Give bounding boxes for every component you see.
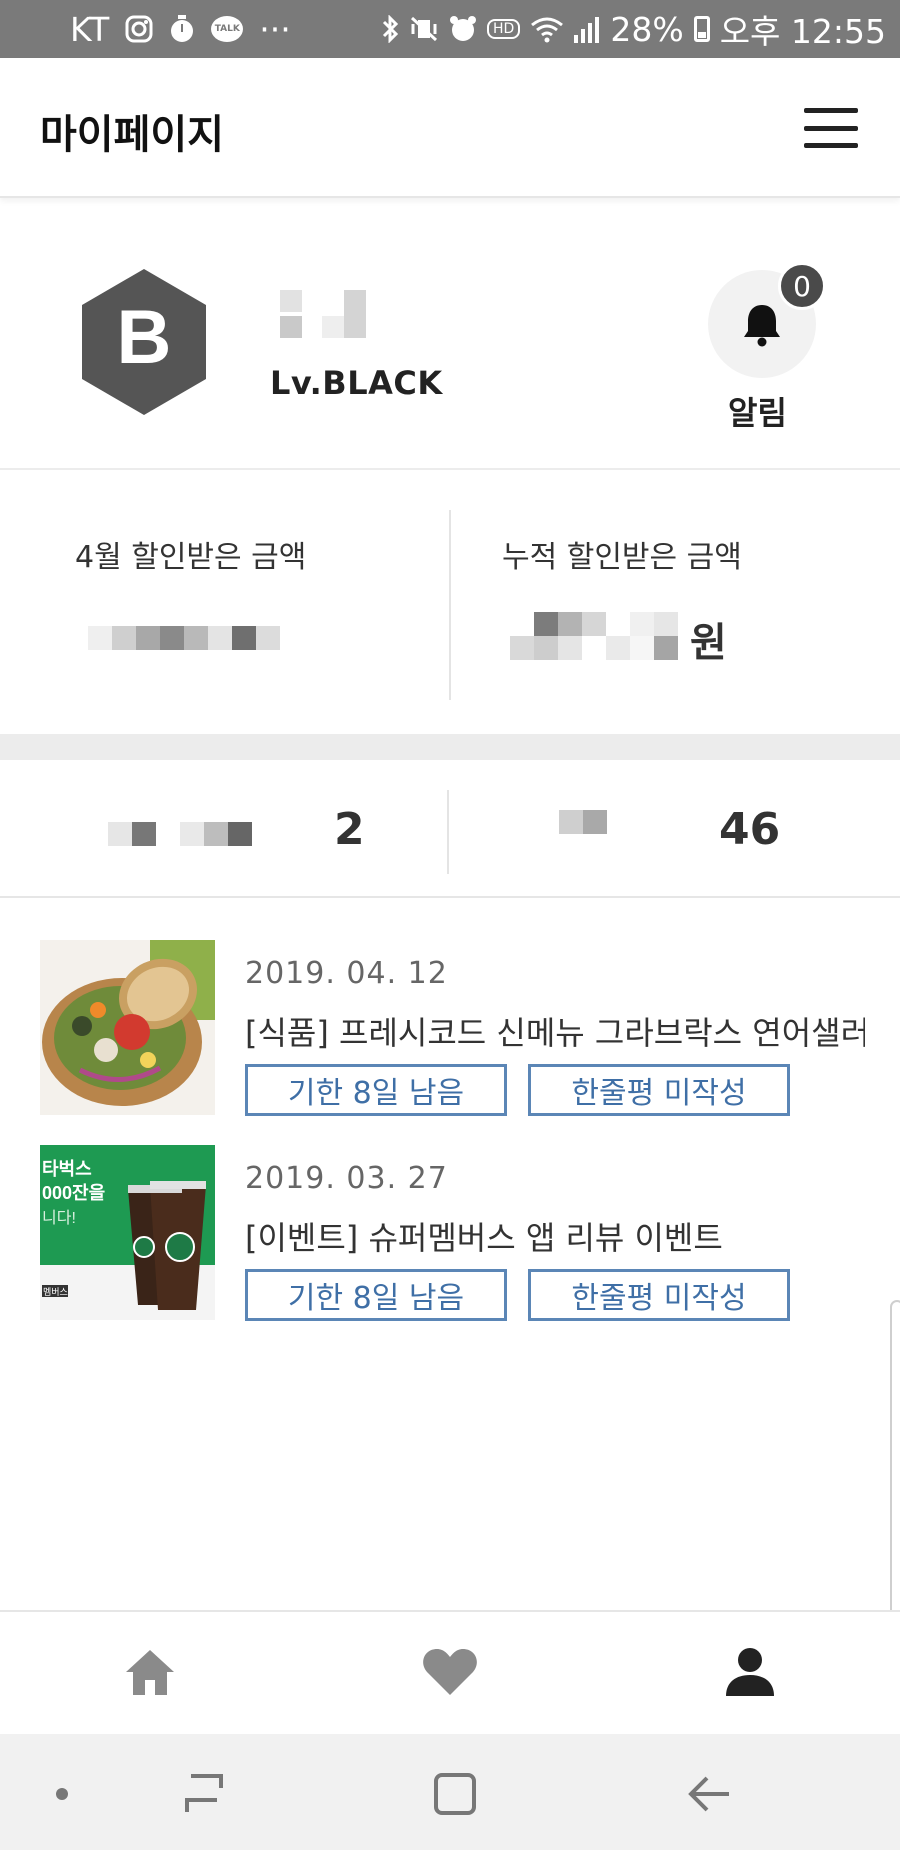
stat-right[interactable]: 46 (449, 760, 900, 898)
total-savings-unit: 원 (690, 620, 727, 666)
hamburger-menu-icon[interactable] (804, 108, 858, 148)
page-title: 마이페이지 (40, 112, 224, 158)
monthly-savings-amount-redacted (88, 626, 280, 650)
tab-mypage[interactable] (720, 1642, 780, 1702)
back-icon[interactable] (680, 1764, 740, 1824)
kakaotalk-icon: TALK (211, 16, 244, 42)
total-savings: 누적 할인받은 금액 원 (450, 472, 900, 734)
monthly-savings: 4월 할인받은 금액 (0, 472, 450, 734)
wifi-icon (530, 15, 564, 43)
level-badge-icon: B (82, 269, 206, 415)
savings-summary: 4월 할인받은 금액 누적 할인받은 금액 원 (0, 472, 900, 734)
instagram-icon (125, 15, 153, 43)
bluetooth-icon (381, 15, 399, 43)
vibrate-mute-icon (409, 15, 439, 43)
bottom-tab-bar (0, 1610, 900, 1734)
section-gap (0, 734, 900, 760)
stat-left[interactable]: 2 (0, 760, 447, 898)
app-header: 마이페이지 (0, 58, 900, 198)
nav-dot-icon (32, 1764, 92, 1824)
thumb-brand: 멤버스 (43, 1287, 68, 1297)
status-bar: KT TALK ··· HD 28% 오후 12:55 (0, 0, 900, 58)
home-button-icon[interactable] (425, 1764, 485, 1824)
list-item[interactable]: 타벅스 000잔을 니다! 멤버스 2019. 03. 27 [이벤트] 슈퍼멤… (0, 1145, 900, 1335)
level-badge-letter: B (117, 295, 172, 380)
salad-thumbnail (40, 940, 215, 1115)
thumb-text-1: 타벅스 (42, 1159, 92, 1179)
stat-right-label-redacted (559, 810, 607, 834)
stats-row: 2 46 (0, 760, 900, 898)
recent-apps-icon[interactable] (174, 1764, 234, 1824)
alarm-icon (449, 15, 477, 43)
tab-favorites[interactable] (420, 1642, 480, 1702)
item-date: 2019. 03. 27 (245, 1161, 448, 1196)
timer-icon (169, 15, 195, 43)
home-icon (126, 1650, 174, 1695)
notification-count-badge: 0 (778, 262, 826, 310)
carrier-label: KT (70, 9, 110, 49)
tab-home[interactable] (120, 1642, 180, 1702)
bell-icon (744, 305, 780, 347)
clock: 오후 12:55 (719, 12, 886, 51)
signal-icon (574, 15, 600, 43)
item-title[interactable]: [이벤트] 슈퍼멤버스 앱 리뷰 이벤트 (245, 1213, 865, 1259)
battery-icon (693, 16, 710, 42)
item-title[interactable]: [식품] 프레시코드 신메뉴 그라브락스 연어샐러드 (245, 1008, 865, 1054)
notification-label: 알림 (728, 394, 787, 432)
person-icon (726, 1648, 774, 1696)
deadline-tag[interactable]: 기한 8일 남음 (245, 1064, 507, 1116)
stat-right-value: 46 (719, 804, 781, 855)
member-level: Lv.BLACK (270, 364, 443, 402)
deadline-tag[interactable]: 기한 8일 남음 (245, 1269, 507, 1321)
item-date: 2019. 04. 12 (245, 956, 448, 991)
total-savings-amount-redacted (510, 612, 690, 660)
profile-card: B Lv.BLACK 0 알림 (0, 212, 900, 470)
heart-icon (423, 1649, 477, 1695)
write-review-button[interactable]: 한줄평 미작성 (528, 1064, 790, 1116)
monthly-savings-label: 4월 할인받은 금액 (75, 540, 307, 575)
battery-percent: 28% (610, 9, 684, 49)
hd-voice-icon: HD (487, 19, 521, 39)
username-redacted (280, 290, 390, 340)
list-item[interactable]: 2019. 04. 12 [식품] 프레시코드 신메뉴 그라브락스 연어샐러드 … (0, 940, 900, 1130)
thumb-text-3: 니다! (42, 1209, 76, 1227)
write-review-button[interactable]: 한줄평 미작성 (528, 1269, 790, 1321)
thumb-text-2: 000잔을 (42, 1183, 105, 1203)
system-nav-bar (0, 1734, 900, 1850)
stat-left-label-redacted (108, 822, 252, 846)
scrollbar[interactable] (890, 1300, 900, 1630)
more-notifications-icon: ··· (259, 9, 291, 49)
total-savings-label: 누적 할인받은 금액 (502, 540, 742, 575)
starbucks-thumbnail: 타벅스 000잔을 니다! 멤버스 (40, 1145, 215, 1320)
stat-left-value: 2 (334, 804, 365, 855)
